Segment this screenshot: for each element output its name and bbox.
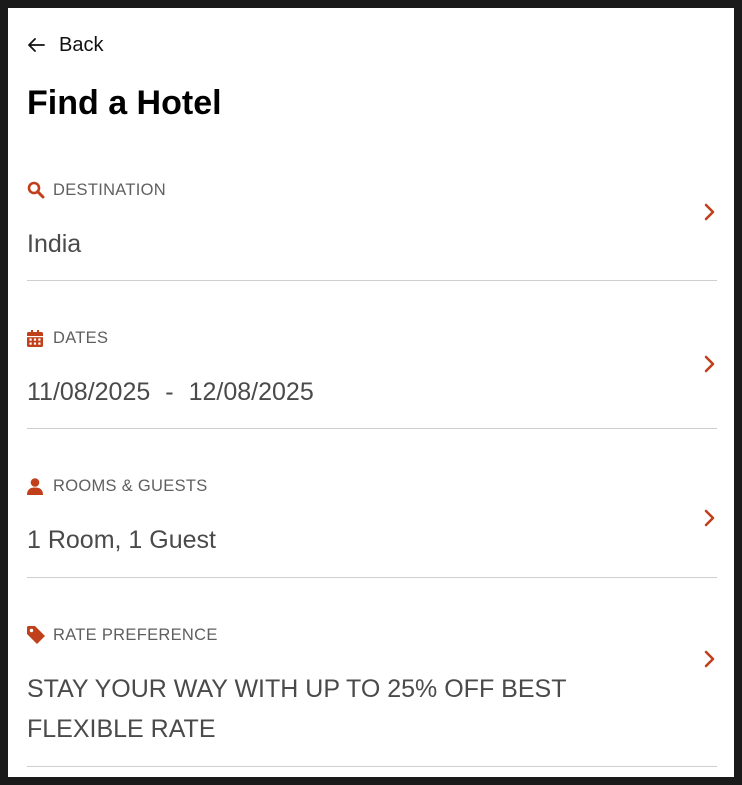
dates-selector[interactable]: DATES 11/08/2025-12/08/2025	[27, 328, 717, 428]
check-in-date: 11/08/2025	[27, 378, 151, 406]
rate-preference-label: RATE PREFERENCE	[53, 625, 218, 644]
chevron-right-icon	[704, 650, 715, 668]
rooms-guests-selector[interactable]: ROOMS & GUESTS 1 Room, 1 Guest	[27, 476, 717, 576]
divider	[27, 766, 717, 767]
calendar-icon	[27, 329, 45, 347]
destination-value: India	[27, 230, 82, 258]
page-title: Find a Hotel	[27, 84, 222, 122]
find-hotel-screen: Back Find a Hotel DESTINATION India DATE…	[8, 8, 734, 777]
dates-label: DATES	[53, 328, 109, 347]
rate-preference-value: STAY YOUR WAY WITH UP TO 25% OFF BEST FL…	[27, 675, 567, 743]
search-icon	[27, 181, 45, 199]
divider	[27, 428, 717, 429]
dates-value: 11/08/2025-12/08/2025	[27, 372, 314, 412]
arrow-left-icon	[28, 38, 45, 52]
person-icon	[27, 477, 45, 495]
date-separator: -	[165, 378, 174, 406]
back-button[interactable]: Back	[27, 32, 103, 58]
chevron-right-icon	[704, 355, 715, 373]
chevron-right-icon	[704, 203, 715, 221]
destination-selector[interactable]: DESTINATION India	[27, 180, 717, 280]
divider	[27, 280, 717, 281]
destination-label: DESTINATION	[53, 180, 166, 199]
rooms-guests-label: ROOMS & GUESTS	[53, 476, 208, 495]
back-label: Back	[59, 33, 104, 56]
rate-preference-selector[interactable]: RATE PREFERENCE STAY YOUR WAY WITH UP TO…	[27, 625, 717, 767]
rooms-guests-value: 1 Room, 1 Guest	[27, 526, 216, 554]
check-out-date: 12/08/2025	[188, 378, 314, 406]
chevron-right-icon	[704, 509, 715, 527]
tag-icon	[27, 626, 45, 644]
divider	[27, 577, 717, 578]
